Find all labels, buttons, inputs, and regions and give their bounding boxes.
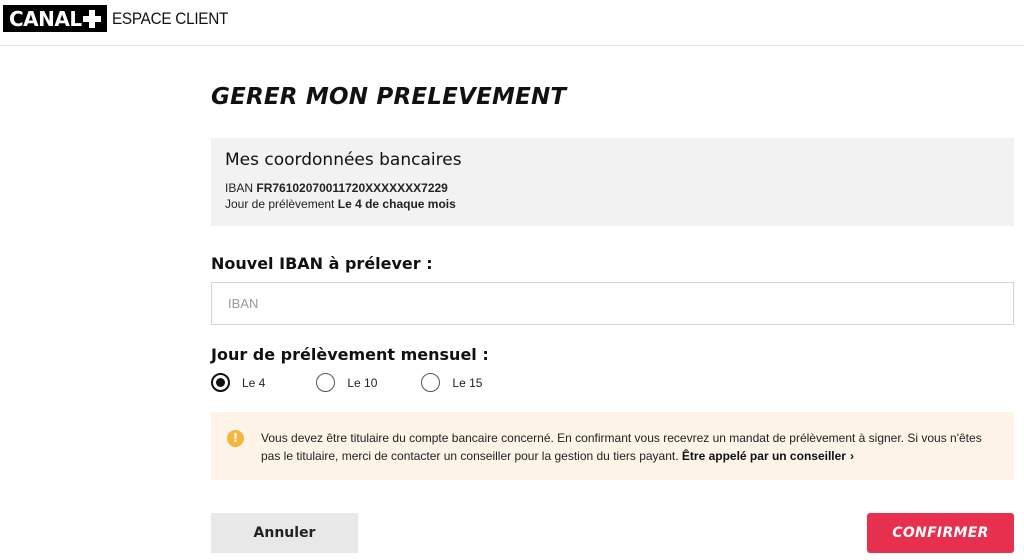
current-iban-line: IBAN FR76102070011720XXXXXXX7229 [225,180,1000,196]
radio-label: Le 15 [452,375,483,390]
account-holder-notice: ! Vous devez être titulaire du compte ba… [211,412,1014,480]
current-day-label: Jour de prélèvement [225,197,335,211]
confirm-button[interactable]: CONFIRMER [867,513,1014,553]
radio-option-le-10[interactable]: Le 10 [316,373,377,392]
current-day-value: Le 4 de chaque mois [337,197,456,211]
bank-details-heading: Mes coordonnées bancaires [225,150,462,170]
current-iban-label: IBAN [225,181,254,195]
canal-plus-logo[interactable]: CANAL [3,5,107,32]
cancel-button[interactable]: Annuler [211,513,358,553]
current-day-line: Jour de prélèvement Le 4 de chaque mois [225,196,1000,212]
current-iban-value: FR76102070011720XXXXXXX7229 [256,181,448,195]
radio-unchecked-icon[interactable] [421,373,441,392]
radio-option-le-4[interactable]: Le 4 [211,373,265,392]
monthly-day-label: Jour de prélèvement mensuel : [211,345,489,364]
page-title: GERER MON PRELEVEMENT [211,84,567,110]
monthly-day-radio-group: Le 4 Le 10 Le 15 [211,373,517,392]
top-header: CANAL ESPACE CLIENT [0,0,1024,46]
espace-client-label: ESPACE CLIENT [112,9,229,28]
warning-icon: ! [227,430,244,447]
notice-text: Vous devez être titulaire du compte banc… [261,431,982,463]
current-bank-details-card: Mes coordonnées bancaires IBAN FR7610207… [211,138,1014,226]
radio-label: Le 4 [242,375,266,390]
new-iban-label: Nouvel IBAN à prélever : [211,254,433,273]
radio-checked-icon[interactable] [211,373,230,392]
radio-unchecked-icon[interactable] [316,373,336,392]
radio-option-le-15[interactable]: Le 15 [421,373,482,392]
chevron-right-icon: › [849,449,854,463]
iban-input[interactable] [211,282,1014,325]
logo-text: CANAL [9,6,82,31]
radio-label: Le 10 [347,375,378,390]
plus-icon [82,9,101,28]
call-advisor-link-label: Être appelé par un conseiller [681,449,846,463]
call-advisor-link[interactable]: Être appelé par un conseiller › [682,449,854,463]
notice-text-block: Vous devez être titulaire du compte banc… [261,429,998,465]
